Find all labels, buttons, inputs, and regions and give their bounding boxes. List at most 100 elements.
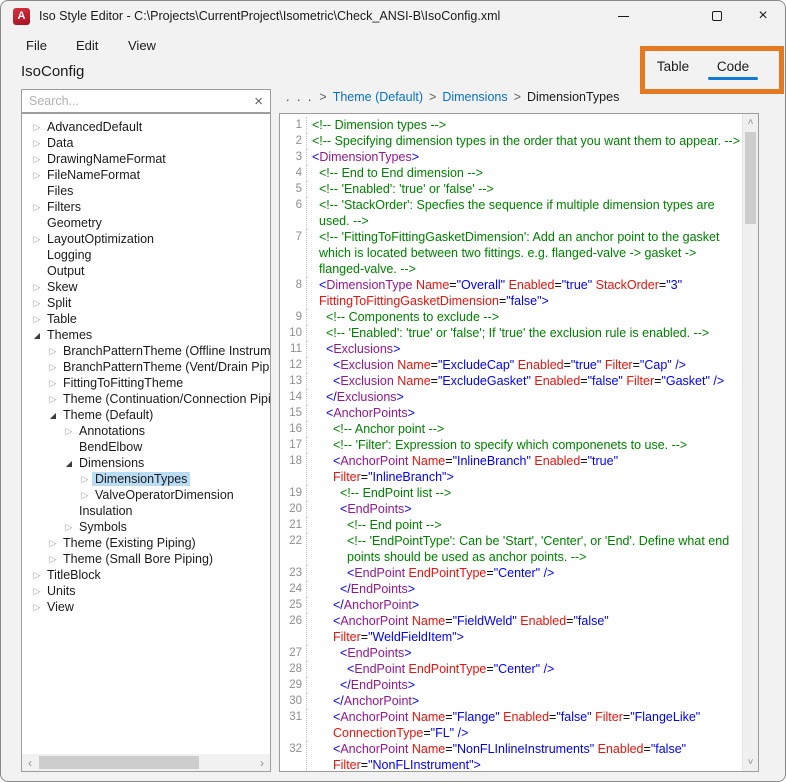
code-token: EndPointType bbox=[408, 662, 487, 676]
tree-collapsed-icon[interactable]: ▷ bbox=[30, 314, 44, 325]
tree-collapsed-icon[interactable]: ▷ bbox=[46, 362, 60, 373]
code-token: = bbox=[360, 758, 369, 771]
code-text: <AnchorPoint Name="NonFLInlineInstrument… bbox=[307, 741, 742, 771]
tree-item[interactable]: ▷ View bbox=[22, 599, 270, 615]
code-line: 28 <EndPoint EndPointType="Center" /> bbox=[280, 661, 742, 677]
tree-item[interactable]: Geometry bbox=[22, 215, 270, 231]
tree-horizontal-scrollbar[interactable]: ‹ › bbox=[22, 754, 270, 771]
tree-item[interactable]: ◢ Dimensions bbox=[22, 455, 270, 471]
tree-expanded-icon[interactable]: ◢ bbox=[62, 459, 76, 468]
close-button[interactable]: × bbox=[746, 4, 780, 28]
search-input[interactable] bbox=[22, 90, 244, 112]
menu-edit[interactable]: Edit bbox=[76, 38, 98, 53]
code-token: EndPoints bbox=[347, 646, 405, 660]
tree-item[interactable]: Insulation bbox=[22, 503, 270, 519]
tree-item[interactable]: ▷ BranchPatternTheme (Offline Instrume bbox=[22, 343, 270, 359]
code-line: 2 <!-- Specifying dimension types in the … bbox=[280, 133, 742, 149]
tab-code[interactable]: Code bbox=[709, 59, 757, 74]
tree-collapsed-icon[interactable]: ▷ bbox=[30, 202, 44, 213]
code-text: <AnchorPoint Name="FieldWeld" Enabled="f… bbox=[307, 613, 742, 645]
tree-collapsed-icon[interactable]: ▷ bbox=[78, 474, 92, 485]
code-token: > bbox=[407, 678, 416, 692]
tree-item[interactable]: Output bbox=[22, 263, 270, 279]
tree-collapsed-icon[interactable]: ▷ bbox=[30, 282, 44, 293]
tree-expanded-icon[interactable]: ◢ bbox=[46, 411, 60, 420]
scroll-right-icon[interactable]: › bbox=[254, 754, 270, 771]
code-token: > bbox=[446, 470, 454, 484]
tree-collapsed-icon[interactable]: ▷ bbox=[46, 346, 60, 357]
tree-panel: ▷ AdvancedDefault ▷ Data ▷ DrawingNameFormat ▷… bbox=[21, 113, 271, 772]
tree-item[interactable]: ▷ Data bbox=[22, 135, 270, 151]
tree-item[interactable]: ▷ Filters bbox=[22, 199, 270, 215]
tree-collapsed-icon[interactable]: ▷ bbox=[62, 522, 76, 533]
breadcrumb-dimensions[interactable]: Dimensions bbox=[442, 90, 507, 104]
tab-table[interactable]: Table bbox=[649, 59, 697, 74]
tree-collapsed-icon[interactable]: ▷ bbox=[30, 138, 44, 149]
scroll-down-icon[interactable]: ˅ bbox=[743, 755, 758, 770]
code-editor-panel[interactable]: 1 <!-- Dimension types --> 2 <!-- Specifyin… bbox=[279, 113, 759, 772]
tree-collapsed-icon[interactable]: ▷ bbox=[30, 122, 44, 133]
tree-item-label: Split bbox=[47, 296, 72, 310]
code-vertical-scrollbar[interactable]: ˄ ˅ bbox=[742, 114, 758, 771]
tree-item[interactable]: ▷ Theme (Continuation/Connection Pipi bbox=[22, 391, 270, 407]
tree-collapsed-icon[interactable]: ▷ bbox=[30, 298, 44, 309]
scroll-up-icon[interactable]: ˄ bbox=[743, 115, 758, 130]
tree-item[interactable]: ▷ FittingToFittingTheme bbox=[22, 375, 270, 391]
horizontal-scrollbar-thumb[interactable] bbox=[39, 756, 199, 769]
code-token: </ bbox=[340, 582, 351, 596]
minimize-button[interactable] bbox=[606, 4, 640, 28]
tree-collapsed-icon[interactable]: ▷ bbox=[30, 586, 44, 597]
tree-item[interactable]: ▷ ValveOperatorDimension bbox=[22, 487, 270, 503]
tree-item[interactable]: ▷ TitleBlock bbox=[22, 567, 270, 583]
tree-item[interactable]: ▷ Theme (Existing Piping) bbox=[22, 535, 270, 551]
tree-item[interactable]: ▷ DimensionTypes bbox=[22, 471, 270, 487]
tree-collapsed-icon[interactable]: ▷ bbox=[30, 570, 44, 581]
tree-collapsed-icon[interactable]: ▷ bbox=[30, 234, 44, 245]
tree-item[interactable]: ▷ AdvancedDefault bbox=[22, 119, 270, 135]
code-token: Filter bbox=[604, 358, 633, 372]
tree-collapsed-icon[interactable]: ▷ bbox=[78, 490, 92, 501]
tree-item[interactable]: ▷ DrawingNameFormat bbox=[22, 151, 270, 167]
vertical-scrollbar-thumb[interactable] bbox=[745, 132, 756, 224]
tree-collapsed-icon[interactable]: ▷ bbox=[46, 554, 60, 565]
tree-collapsed-icon[interactable]: ▷ bbox=[46, 394, 60, 405]
code-token: /> bbox=[713, 374, 725, 388]
tree-item[interactable]: ◢ Themes bbox=[22, 327, 270, 343]
tree-item[interactable]: ▷ BranchPatternTheme (Vent/Drain Pipin bbox=[22, 359, 270, 375]
code-line: 32 <AnchorPoint Name="NonFLInlineInstrume… bbox=[280, 741, 742, 771]
tree-item[interactable]: Logging bbox=[22, 247, 270, 263]
tree-collapsed-icon[interactable]: ▷ bbox=[46, 378, 60, 389]
clear-search-icon[interactable]: × bbox=[254, 91, 263, 112]
code-text: <EndPoints> bbox=[307, 501, 742, 517]
tree-item[interactable]: ▷ Theme (Small Bore Piping) bbox=[22, 551, 270, 567]
maximize-button[interactable] bbox=[700, 4, 734, 28]
tree-item[interactable]: Files bbox=[22, 183, 270, 199]
tree-collapsed-icon[interactable]: ▷ bbox=[62, 426, 76, 437]
tree-expanded-icon[interactable]: ◢ bbox=[30, 331, 44, 340]
tree-item[interactable]: ▷ Annotations bbox=[22, 423, 270, 439]
tree-item[interactable]: ▷ FileNameFormat bbox=[22, 167, 270, 183]
tree-item[interactable]: ▷ Skew bbox=[22, 279, 270, 295]
tree-item[interactable]: ▷ Table bbox=[22, 311, 270, 327]
breadcrumb-ellipsis[interactable]: . . . bbox=[286, 90, 313, 104]
tree-item[interactable]: ▷ Symbols bbox=[22, 519, 270, 535]
tree-collapsed-icon[interactable]: ▷ bbox=[30, 602, 44, 613]
tree-item[interactable]: ◢ Theme (Default) bbox=[22, 407, 270, 423]
code-token: Enabled bbox=[520, 614, 567, 628]
code-token: = bbox=[580, 374, 588, 388]
tree-item[interactable]: BendElbow bbox=[22, 439, 270, 455]
tree-item[interactable]: ▷ Units bbox=[22, 583, 270, 599]
tree-collapsed-icon[interactable]: ▷ bbox=[30, 154, 44, 165]
menu-view[interactable]: View bbox=[128, 38, 156, 53]
breadcrumb-separator: > bbox=[429, 90, 437, 104]
code-token: Enabled bbox=[534, 454, 581, 468]
code-token: Enabled bbox=[534, 374, 581, 388]
tree-item[interactable]: ▷ LayoutOptimization bbox=[22, 231, 270, 247]
tree-collapsed-icon[interactable]: ▷ bbox=[46, 538, 60, 549]
breadcrumb-theme-default[interactable]: Theme (Default) bbox=[333, 90, 423, 104]
tree-collapsed-icon[interactable]: ▷ bbox=[30, 170, 44, 181]
scroll-left-icon[interactable]: ‹ bbox=[22, 754, 38, 771]
menu-file[interactable]: File bbox=[26, 38, 47, 53]
tree-item[interactable]: ▷ Split bbox=[22, 295, 270, 311]
